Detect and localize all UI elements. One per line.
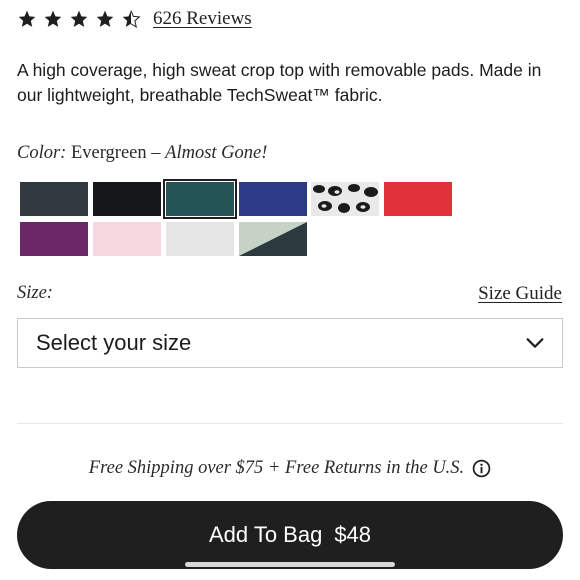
reviews-link[interactable]: 626 Reviews <box>153 8 252 30</box>
swatch-evergreen[interactable] <box>163 179 237 219</box>
swatch-pale-pink[interactable] <box>93 222 161 256</box>
home-indicator <box>185 562 395 567</box>
size-select[interactable]: Select your size <box>17 318 563 368</box>
shipping-info: Free Shipping over $75 + Free Returns in… <box>0 458 580 479</box>
swatch-sage-navy[interactable] <box>239 222 307 256</box>
divider <box>17 423 563 424</box>
swatch-charcoal[interactable] <box>20 182 88 216</box>
size-label: Size: <box>17 283 53 303</box>
swatch-plum[interactable] <box>20 222 88 256</box>
color-label-row: Color: Evergreen – Almost Gone! <box>17 143 267 164</box>
size-select-placeholder: Select your size <box>36 330 192 355</box>
swatch-black[interactable] <box>93 182 161 216</box>
rating-row: 626 Reviews <box>17 6 252 32</box>
leopard-pattern <box>313 184 378 213</box>
star-icon <box>44 10 62 27</box>
product-description: A high coverage, high sweat crop top wit… <box>17 60 542 105</box>
price: $48 <box>334 522 372 547</box>
add-to-bag-label: Add To Bag <box>208 522 323 547</box>
swatch-red[interactable] <box>384 182 452 216</box>
selected-color-name: Evergreen <box>70 143 147 163</box>
chevron-down-icon <box>526 338 544 348</box>
stock-status: Almost Gone! <box>165 143 268 163</box>
half-star-icon <box>122 10 141 28</box>
star-icon <box>70 10 88 27</box>
color-label: Color: <box>17 143 67 163</box>
star-rating <box>17 9 141 29</box>
swatch-royal-blue[interactable] <box>239 182 307 216</box>
star-icon <box>18 10 36 27</box>
star-icon <box>96 10 114 27</box>
swatch-leopard[interactable] <box>311 182 379 216</box>
size-guide-link[interactable]: Size Guide <box>478 283 562 305</box>
shipping-text: Free Shipping over $75 + Free Returns in… <box>88 458 465 478</box>
add-to-bag-button[interactable]: Add To Bag $48 <box>17 501 563 569</box>
swatch-light-grey[interactable] <box>166 222 234 256</box>
info-icon[interactable] <box>472 459 491 478</box>
color-separator: – <box>151 143 161 163</box>
